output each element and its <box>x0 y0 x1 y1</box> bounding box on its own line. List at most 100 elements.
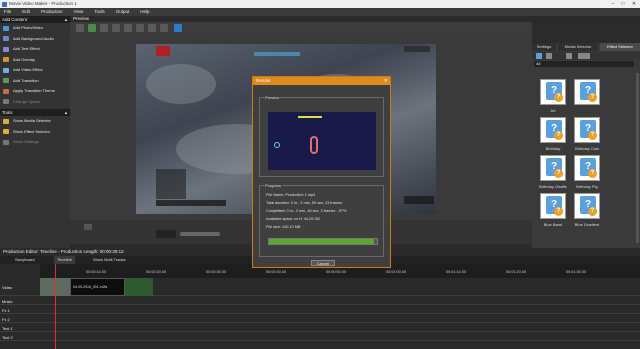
playback-controls[interactable] <box>180 232 220 236</box>
effect-thumbnail[interactable]: ?? <box>540 155 566 181</box>
fullscreen-icon[interactable] <box>160 24 168 32</box>
effect-thumbnail[interactable]: ?? <box>540 79 566 105</box>
add-content-label: Add Background Audio <box>13 35 54 41</box>
tab-media-selector[interactable]: Media Selector <box>558 43 598 51</box>
tools-item[interactable]: Show Effect Selector <box>0 127 70 138</box>
maximize-icon[interactable]: □ <box>618 0 628 8</box>
track-label: Text 2 <box>2 334 13 340</box>
effect-thumbnail[interactable]: ?? <box>574 117 600 143</box>
add-content-icon <box>3 25 9 31</box>
tools-label: Show Media Selector <box>13 118 51 123</box>
add-content-item[interactable]: Add Video Effect <box>0 65 70 76</box>
add-content-header[interactable]: Add Content ▲ <box>0 16 70 23</box>
ruler-tick: 00:01:00.00 <box>386 270 407 274</box>
tools-label: Show Effect Selector <box>13 128 51 134</box>
tools-icon <box>3 139 9 145</box>
video-clip[interactable] <box>125 278 153 296</box>
marker-in-icon[interactable] <box>84 224 92 230</box>
effect-thumbnail[interactable]: ?? <box>540 117 566 143</box>
add-content-label: Add Overlay <box>13 56 36 62</box>
share-icon[interactable] <box>174 24 182 32</box>
badge-icon: ? <box>588 131 597 140</box>
effect-thumbnail[interactable]: ?? <box>574 79 600 105</box>
track-lane <box>0 332 640 341</box>
tools-item[interactable]: Show Media Selector <box>0 116 70 127</box>
add-content-icon <box>3 46 9 52</box>
target-icon <box>274 142 280 148</box>
tab-settings[interactable]: Settings <box>532 43 556 51</box>
add-content-item[interactable]: Add Text Effect <box>0 44 70 55</box>
badge-icon: ? <box>588 169 597 178</box>
progress-fill <box>269 239 374 244</box>
add-content-item[interactable]: Change Speed <box>0 97 70 108</box>
undo-icon[interactable] <box>76 24 84 32</box>
tools-header[interactable]: Tools ▲ <box>0 109 70 116</box>
edit-icon[interactable] <box>88 24 96 32</box>
menu-production[interactable]: Production <box>41 8 63 16</box>
playhead[interactable] <box>55 264 56 349</box>
available-space: Available space on H: 44.29 GB <box>266 217 320 221</box>
track-label: Music <box>2 298 13 304</box>
tools-icon <box>3 118 9 124</box>
progress-bar <box>268 238 378 245</box>
ruler-tick: 00:00:40.00 <box>266 270 287 274</box>
effect-label: Blue Band <box>543 222 563 227</box>
badge-icon: ? <box>588 93 597 102</box>
sprite <box>310 136 318 154</box>
flag-icon <box>156 46 170 56</box>
time-readout <box>156 230 176 238</box>
delete-icon[interactable] <box>124 24 132 32</box>
effect-thumbnail[interactable]: ?? <box>574 193 600 219</box>
title-bar: Movie Video Maker - Production 1 – □ ✕ <box>0 0 640 8</box>
menu-help[interactable]: Help <box>140 8 149 16</box>
tab-timeline[interactable]: Timeline <box>54 256 75 264</box>
track-lane <box>0 305 640 314</box>
snapshot-icon[interactable] <box>148 24 156 32</box>
list-icon[interactable] <box>578 53 590 59</box>
add-content-label: Apply Transition Theme <box>13 88 55 93</box>
arrow-icon[interactable] <box>566 53 572 59</box>
view-icon[interactable] <box>546 53 552 59</box>
tools-item[interactable]: Show Settings <box>0 137 70 148</box>
scrollbar[interactable] <box>636 73 639 243</box>
menu-bar: File Edit Production View Tools Output H… <box>0 8 640 16</box>
add-content-icon <box>3 36 9 41</box>
track-lane <box>0 296 640 305</box>
add-content-icon <box>3 88 9 94</box>
dialog-close-icon[interactable]: ✕ <box>384 77 388 85</box>
ruler-tick: 00:01:30.00 <box>566 270 587 274</box>
effect-type-icon[interactable] <box>536 53 542 59</box>
effect-thumbnail[interactable]: ?? <box>574 155 600 181</box>
menu-tools[interactable]: Tools <box>94 8 105 16</box>
tab-show-multi-tracks[interactable]: Show Multi Tracks <box>90 256 128 264</box>
video-clip[interactable]: 04-09-2016_001.m2ts <box>70 278 125 296</box>
menu-output[interactable]: Output <box>116 8 130 16</box>
add-content-item[interactable]: Add Overlay <box>0 55 70 66</box>
tools-label: Show Settings <box>13 139 39 144</box>
close-icon[interactable]: ✕ <box>629 0 639 8</box>
add-content-item[interactable]: Add Background Audio <box>0 34 70 45</box>
cancel-button[interactable]: Cancel <box>311 260 335 266</box>
rotate-icon[interactable] <box>112 24 120 32</box>
ruler-tick: 00:01:10.00 <box>446 270 467 274</box>
track-label: Video <box>2 285 13 290</box>
effect-thumbnail[interactable]: ?? <box>540 193 566 219</box>
tab-effect-selector[interactable]: Effect Selector <box>600 43 640 51</box>
badge-icon: ? <box>554 131 563 140</box>
menu-edit[interactable]: Edit <box>22 8 30 16</box>
right-panel: Settings Media Selector Effect Selector … <box>532 43 640 248</box>
menu-file[interactable]: File <box>4 8 11 16</box>
add-content-item[interactable]: Apply Transition Theme <box>0 86 70 97</box>
add-content-label: Change Speed <box>13 98 40 104</box>
cut-icon[interactable] <box>136 24 144 32</box>
menu-view[interactable]: View <box>74 8 84 16</box>
app-icon <box>2 1 7 7</box>
add-content-item[interactable]: Add Transition <box>0 76 70 87</box>
add-content-item[interactable]: Add Photo/Video <box>0 23 70 34</box>
minimize-icon[interactable]: – <box>608 0 618 8</box>
hud-panel <box>404 46 430 52</box>
crop-icon[interactable] <box>100 24 108 32</box>
filter-select[interactable]: All <box>534 61 634 67</box>
badge-icon: ? <box>554 207 563 216</box>
tab-storyboard[interactable]: Storyboard <box>12 256 38 264</box>
